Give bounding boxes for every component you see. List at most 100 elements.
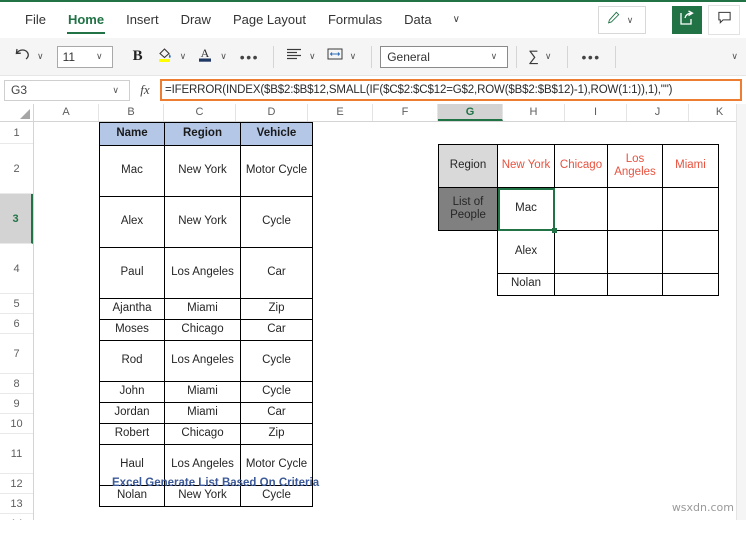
tab-data[interactable]: Data [393,2,442,38]
result-cell[interactable]: Alex [497,230,555,274]
draw-pen-button[interactable]: ∨ [598,6,646,34]
column-header-f[interactable]: F [373,104,438,121]
result-cell[interactable] [607,230,663,274]
fill-color-chevron-down-icon[interactable]: ∨ [176,52,191,61]
number-format-select[interactable]: General ∨ [380,45,509,68]
name-box[interactable]: G3 ∨ [4,79,130,101]
table-row[interactable]: Mac New York Motor Cycle [99,145,313,197]
cell-name[interactable]: Moses [99,319,165,341]
region-header-chicago[interactable]: Chicago [554,144,608,188]
row-header-1[interactable]: 1 [0,122,33,144]
result-cell-selected[interactable]: Mac [497,187,557,233]
table-row[interactable]: Ajantha Miami Zip [99,298,313,320]
fill-handle[interactable] [552,228,557,233]
row-header-6[interactable]: 6 [0,314,33,334]
ribbon-overflow-chevron-down-icon[interactable]: ∨ [443,2,470,38]
cell-vehicle[interactable]: Motor Cycle [240,145,313,197]
cell-region[interactable]: Miami [164,381,241,403]
sheet-canvas[interactable]: Name Region Vehicle Mac New York Motor C… [34,122,746,520]
table-row[interactable]: Paul Los Angeles Car [99,247,313,299]
tab-formulas[interactable]: Formulas [317,2,393,38]
row-header-7[interactable]: 7 [0,334,33,374]
row-header-3[interactable]: 3 [0,194,33,244]
undo-button[interactable]: ∨ [10,42,51,72]
align-button[interactable]: ∨ [282,42,323,72]
cell-vehicle[interactable]: Cycle [240,381,313,403]
cell-vehicle[interactable]: Cycle [240,196,313,248]
bold-button[interactable]: B [123,48,153,65]
row-header-9[interactable]: 9 [0,394,33,414]
result-cell[interactable] [662,272,719,296]
column-header-d[interactable]: D [236,104,308,121]
cell-name[interactable]: Rod [99,340,165,382]
cell-vehicle[interactable]: Zip [240,298,313,320]
pen-chevron-down-icon[interactable]: ∨ [623,15,638,25]
cell-name[interactable]: Alex [99,196,165,248]
cell-region[interactable]: Los Angeles [164,247,241,299]
align-chevron-down-icon[interactable]: ∨ [305,52,320,61]
result-cell[interactable] [662,187,719,231]
tab-page-layout[interactable]: Page Layout [222,2,317,38]
result-row[interactable]: Nolan [439,272,719,296]
column-header-g[interactable]: G [438,104,503,121]
row-header-12[interactable]: 12 [0,474,33,494]
result-row[interactable]: Alex [439,230,719,274]
tab-insert[interactable]: Insert [115,2,170,38]
cell-vehicle[interactable]: Zip [240,423,313,445]
cell-region[interactable]: Chicago [164,319,241,341]
row-header-13[interactable]: 13 [0,494,33,514]
row-header-10[interactable]: 10 [0,414,33,434]
cell-name[interactable]: Jordan [99,402,165,424]
row-header-14[interactable]: 14 [0,514,33,520]
cell-region[interactable]: Los Angeles [164,340,241,382]
result-cell[interactable]: Nolan [497,272,555,296]
font-size-chevron-down-icon[interactable]: ∨ [92,52,107,61]
region-header-new-york[interactable]: New York [497,144,555,188]
cell-region[interactable]: Chicago [164,423,241,445]
tab-draw[interactable]: Draw [170,2,222,38]
select-all-corner-button[interactable] [0,104,34,121]
tab-file[interactable]: File [14,2,57,38]
cell-vehicle[interactable]: Car [240,319,313,341]
result-cell[interactable] [554,187,608,231]
table-row[interactable]: Jordan Miami Car [99,402,313,424]
result-cell[interactable] [554,230,608,274]
toolbar-more-options-button[interactable]: ••• [576,49,607,65]
ribbon-collapse-chevron-icon[interactable]: ∨ [727,52,746,61]
font-more-options-button[interactable]: ••• [234,49,265,65]
result-cell[interactable] [607,272,663,296]
column-header-j[interactable]: J [627,104,689,121]
cell-region[interactable]: New York [164,145,241,197]
cell-name[interactable]: Ajantha [99,298,165,320]
share-button[interactable] [672,6,702,34]
fill-color-button[interactable]: ∨ [153,42,194,72]
column-header-e[interactable]: E [308,104,373,121]
formula-input[interactable]: =IFERROR(INDEX($B$2:$B$12,SMALL(IF($C$2:… [160,79,742,101]
cell-name[interactable]: Mac [99,145,165,197]
result-cell[interactable] [662,230,719,274]
cell-name[interactable]: Robert [99,423,165,445]
font-size-select[interactable]: 11 ∨ [56,45,113,68]
tab-home[interactable]: Home [57,2,115,38]
result-cell[interactable] [607,187,663,231]
cell-name[interactable]: Paul [99,247,165,299]
row-header-5[interactable]: 5 [0,294,33,314]
font-color-button[interactable]: A ∨ [193,42,234,72]
name-box-chevron-down-icon[interactable]: ∨ [108,85,123,95]
cell-region[interactable]: New York [164,196,241,248]
table-row[interactable]: John Miami Cycle [99,381,313,403]
column-header-a[interactable]: A [34,104,99,121]
cell-name[interactable]: John [99,381,165,403]
cell-region[interactable]: Miami [164,402,241,424]
wrap-text-chevron-down-icon[interactable]: ∨ [346,52,361,61]
font-color-chevron-down-icon[interactable]: ∨ [216,52,231,61]
column-header-b[interactable]: B [99,104,164,121]
table-row[interactable]: Alex New York Cycle [99,196,313,248]
wrap-text-button[interactable]: ∨ [323,42,364,72]
row-header-2[interactable]: 2 [0,144,33,194]
autosum-button[interactable]: ∑ ∨ [525,42,558,72]
row-header-4[interactable]: 4 [0,244,33,294]
cell-vehicle[interactable]: Car [240,402,313,424]
region-header-los-angeles[interactable]: Los Angeles [607,144,663,188]
result-row[interactable]: List of People Mac [438,187,719,233]
